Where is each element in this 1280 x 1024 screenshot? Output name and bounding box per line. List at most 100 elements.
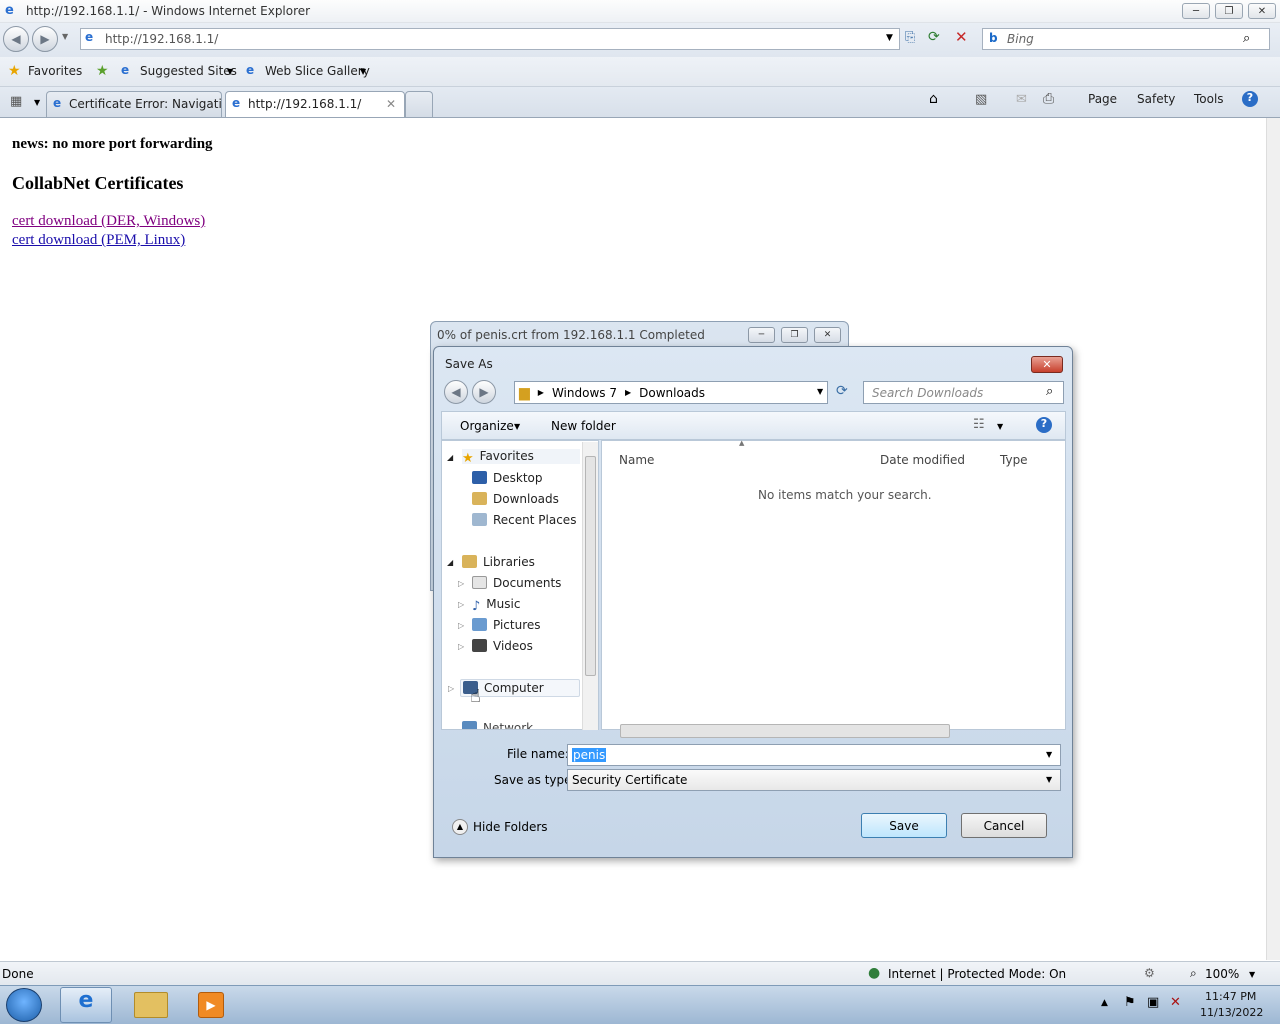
breadcrumb-item[interactable]: Windows 7 [552,386,617,400]
home-icon[interactable]: ⌂ [929,91,938,107]
nav-desktop[interactable]: Desktop [472,471,543,485]
collapse-icon[interactable]: ◢ [447,453,453,462]
compatibility-view-icon[interactable]: ⎘ [905,30,915,45]
scroll-thumb[interactable] [585,456,596,676]
show-hidden-icons[interactable]: ▲ [1101,998,1108,1008]
nav-pictures[interactable]: Pictures [472,618,541,632]
hide-folders-button[interactable]: Hide Folders [473,820,548,834]
network-icon[interactable]: ▣ [1147,995,1159,1010]
minimize-button[interactable]: ─ [1182,3,1210,19]
help-icon[interactable]: ? [1036,417,1052,433]
filename-dropdown-icon[interactable]: ▼ [1046,750,1052,759]
maximize-button[interactable]: ❐ [1215,3,1243,19]
download-close-button[interactable]: ✕ [814,327,841,343]
views-dropdown-icon[interactable]: ▼ [997,422,1003,431]
download-minimize-button[interactable]: ─ [748,327,775,343]
der-download-link[interactable]: cert download (DER, Windows) [12,213,205,230]
dialog-back-button[interactable]: ◀ [444,380,468,404]
search-box[interactable]: b Bing ⌕ [982,28,1270,50]
search-icon[interactable]: ⌕ [1243,31,1250,46]
expand-icon[interactable]: ▷ [458,642,464,651]
protected-mode-icon[interactable]: ⚙ [1144,966,1155,980]
views-icon[interactable]: ☷ [973,417,985,432]
expand-icon[interactable]: ▷ [458,600,464,609]
favorites-button[interactable]: Favorites [28,64,82,78]
taskbar-explorer-icon[interactable] [134,992,168,1018]
stop-icon[interactable]: ✕ [955,28,968,46]
collapse-icon[interactable]: ◢ [447,558,453,567]
address-input[interactable]: http://192.168.1.1/ [105,32,218,46]
new-folder-button[interactable]: New folder [551,419,616,433]
dialog-forward-button[interactable]: ▶ [472,380,496,404]
page-scrollbar[interactable] [1266,118,1280,960]
tab-current[interactable]: e http://192.168.1.1/ ✕ [225,91,405,117]
column-name[interactable]: Name [619,453,654,467]
volume-muted-icon[interactable]: ✕ [1170,995,1181,1010]
address-dropdown-icon[interactable]: ▼ [886,33,893,43]
nav-network[interactable]: Network [462,721,533,729]
clock-date[interactable]: 11/13/2022 [1200,1006,1263,1019]
savetype-dropdown-icon[interactable]: ▼ [1046,775,1052,784]
safety-menu[interactable]: Safety [1137,92,1175,106]
new-tab-button[interactable] [405,91,433,117]
quick-tabs-icon[interactable]: ▦ [10,94,22,109]
breadcrumb-dropdown-icon[interactable]: ▼ [817,387,823,396]
nav-music[interactable]: ♪ Music [472,597,520,614]
taskbar-ie-button[interactable]: e [60,987,112,1023]
breadcrumb[interactable]: ▆ ▶ Windows 7 ▶ Downloads ▼ [514,381,828,404]
cancel-button[interactable]: Cancel [961,813,1047,838]
close-tab-icon[interactable]: ✕ [386,97,396,111]
page-menu[interactable]: Page [1088,92,1117,106]
nav-recent-places[interactable]: Recent Places [472,513,576,527]
refresh-icon[interactable]: ⟳ [836,383,848,399]
zoom-level[interactable]: 100% [1205,967,1239,981]
dialog-close-button[interactable]: ✕ [1031,356,1063,373]
recent-pages-dropdown-icon[interactable]: ▼ [62,32,68,41]
tools-menu[interactable]: Tools [1194,92,1224,106]
help-icon[interactable]: ? [1242,91,1258,107]
download-maximize-button[interactable]: ❐ [781,327,808,343]
back-button[interactable]: ◀ [3,26,29,52]
feeds-icon[interactable]: ▧ [975,92,987,107]
suggested-sites-button[interactable]: Suggested Sites [140,64,237,78]
expand-icon[interactable]: ▷ [458,621,464,630]
horizontal-scrollbar[interactable] [620,724,950,738]
address-bar[interactable]: e http://192.168.1.1/ ▼ [80,28,900,50]
organize-button[interactable]: Organize [460,419,514,433]
nav-libraries[interactable]: Libraries [462,555,535,569]
navigation-scrollbar[interactable] [582,442,598,730]
mail-icon[interactable]: ✉ [1016,92,1027,107]
pem-download-link[interactable]: cert download (PEM, Linux) [12,232,185,249]
print-icon[interactable]: ⎙ [1043,91,1054,107]
dialog-search-box[interactable]: Search Downloads ⌕ [863,381,1064,404]
search-input[interactable]: Bing [1007,32,1034,46]
start-button[interactable] [6,988,42,1022]
nav-favorites[interactable]: ★ Favorites [462,449,580,466]
action-center-icon[interactable]: ⚑ [1124,995,1136,1010]
expand-icon[interactable]: ▷ [458,579,464,588]
dialog-search-input[interactable]: Search Downloads [872,386,983,400]
security-zone[interactable]: Internet | Protected Mode: On [888,967,1066,981]
column-type[interactable]: Type [1000,453,1028,467]
nav-documents[interactable]: Documents [472,576,561,590]
web-slice-gallery-button[interactable]: Web Slice Gallery [265,64,370,78]
expand-icon[interactable]: ▷ [448,684,454,693]
nav-videos[interactable]: Videos [472,639,533,653]
breadcrumb-item[interactable]: Downloads [639,386,705,400]
filename-input[interactable]: penis [572,748,607,762]
filename-field[interactable]: penis ▼ [567,744,1061,766]
search-icon[interactable]: ⌕ [1046,384,1053,399]
column-date-modified[interactable]: Date modified [880,453,965,467]
close-window-button[interactable]: ✕ [1248,3,1276,19]
zoom-dropdown-icon[interactable]: ▼ [1249,970,1255,979]
tab-list-dropdown-icon[interactable]: ▼ [34,98,40,107]
tab-certificate-error[interactable]: e Certificate Error: Navigatio... [46,91,222,117]
add-favorite-icon[interactable]: ★ [96,63,109,79]
clock-time[interactable]: 11:47 PM [1205,990,1256,1003]
hide-folders-icon[interactable]: ▲ [452,819,468,835]
save-button[interactable]: Save [861,813,947,838]
taskbar-media-player-icon[interactable]: ▶ [198,992,224,1018]
refresh-icon[interactable]: ⟳ [928,29,940,45]
savetype-select[interactable]: Security Certificate ▼ [567,769,1061,791]
forward-button[interactable]: ▶ [32,26,58,52]
